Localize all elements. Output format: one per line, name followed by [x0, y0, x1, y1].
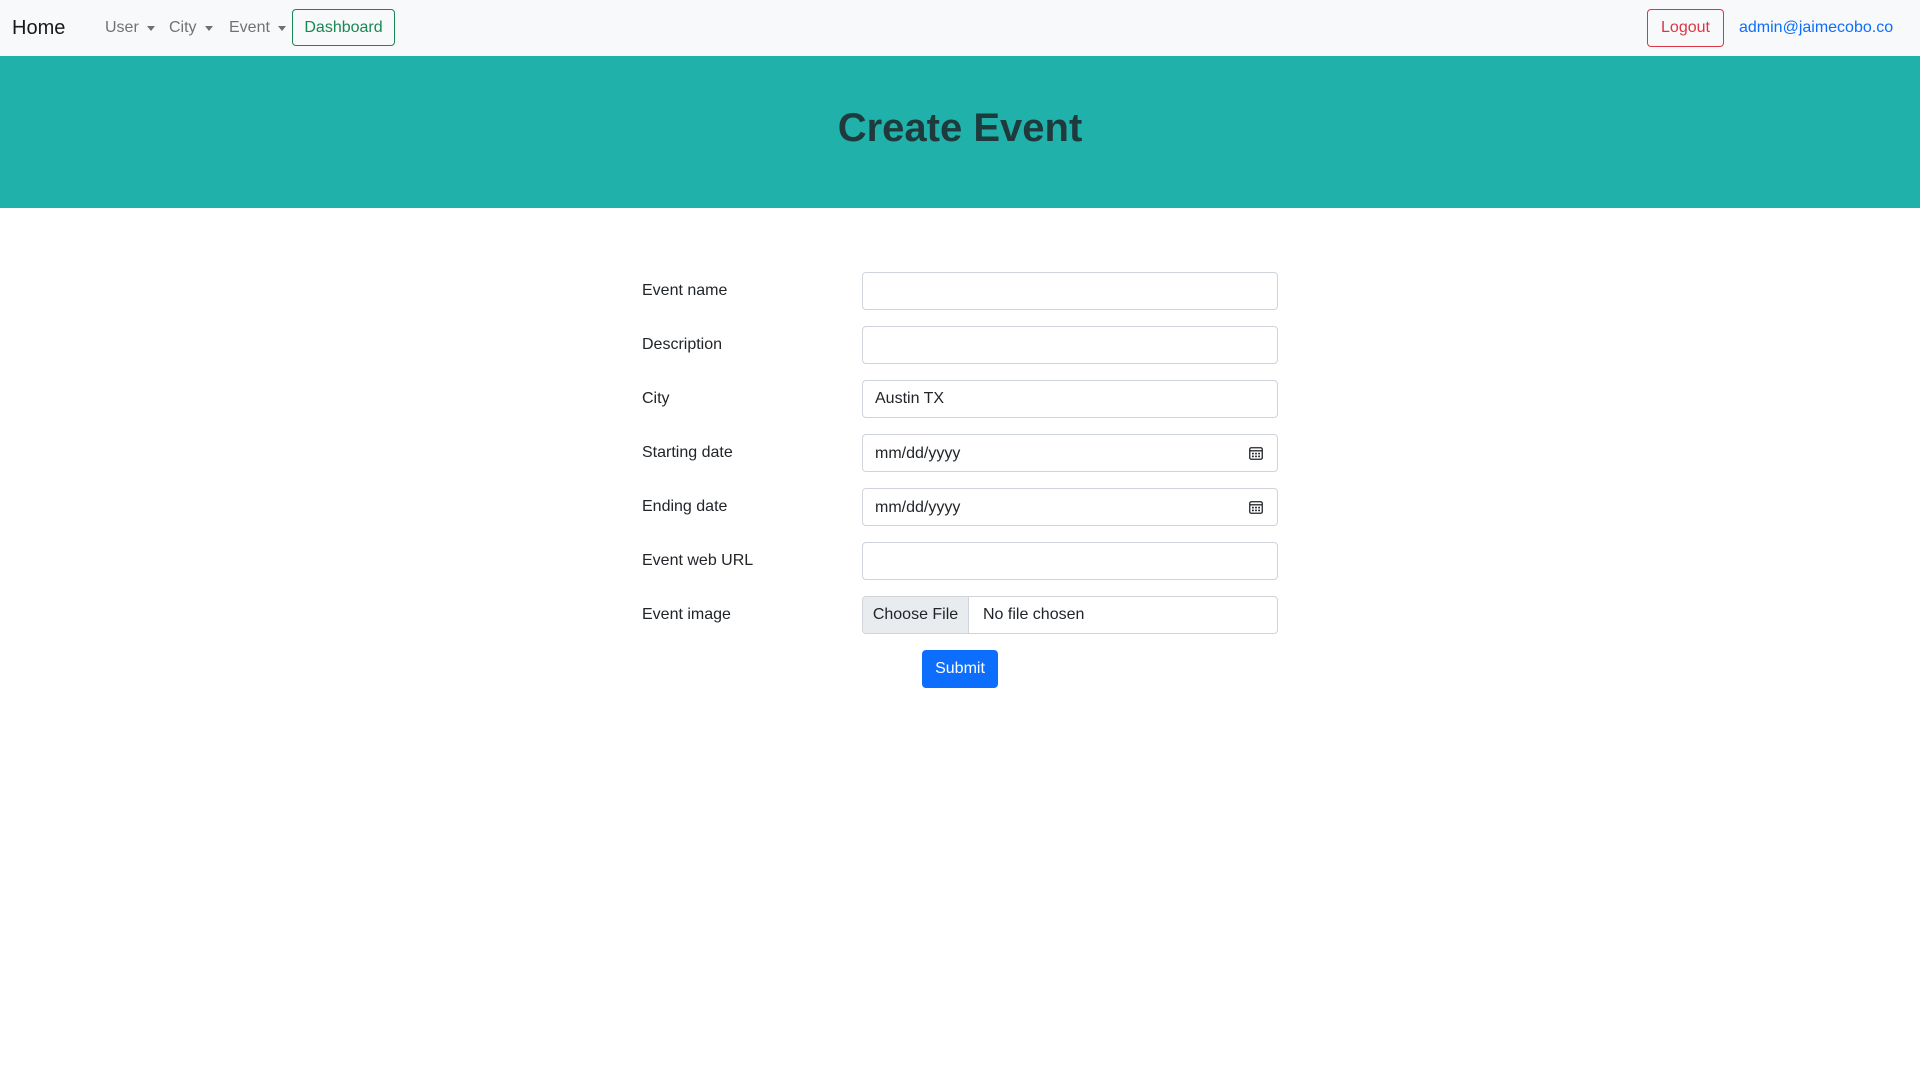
date-placeholder: mm/dd/yyyy [875, 499, 961, 516]
calendar-icon[interactable] [1249, 446, 1263, 460]
description-label: Description [642, 336, 723, 353]
user-email-link[interactable]: admin@jaimecobo.co [1739, 18, 1893, 38]
caret-down-icon [146, 25, 155, 31]
ending-date-input[interactable]: mm/dd/yyyy [862, 488, 1278, 526]
logout-button[interactable]: Logout [1647, 9, 1724, 47]
event-name-label: Event name [642, 282, 728, 299]
event-name-input[interactable] [862, 272, 1278, 310]
nav-dropdown-label: Event [229, 19, 270, 36]
caret-down-icon [277, 25, 286, 31]
dashboard-button[interactable]: Dashboard [292, 9, 395, 46]
nav-dropdown-label: User [105, 19, 139, 36]
city-input[interactable] [862, 380, 1278, 418]
choose-file-button[interactable]: Choose File [863, 597, 969, 633]
starting-date-input[interactable]: mm/dd/yyyy [862, 434, 1278, 472]
nav-dropdown-user[interactable]: User [105, 18, 155, 38]
event-image-file-input[interactable]: Choose File No file chosen [862, 596, 1278, 634]
event-url-input[interactable] [862, 542, 1278, 580]
nav-dropdown-label: City [169, 19, 197, 36]
nav-dropdown-city[interactable]: City [169, 18, 213, 38]
calendar-icon[interactable] [1249, 500, 1263, 514]
brand-home-link[interactable]: Home [12, 16, 65, 40]
page-header: Create Event [0, 56, 1920, 208]
ending-date-label: Ending date [642, 498, 728, 515]
city-label: City [642, 390, 670, 407]
event-url-label: Event web URL [642, 552, 754, 569]
caret-down-icon [204, 25, 213, 31]
date-placeholder: mm/dd/yyyy [875, 445, 961, 462]
nav-dropdown-event[interactable]: Event [229, 18, 286, 38]
starting-date-label: Starting date [642, 444, 733, 461]
file-status-text: No file chosen [983, 606, 1085, 623]
submit-button[interactable]: Submit [922, 650, 998, 688]
navbar: Home User City Event Dashboard Logout ad… [0, 0, 1920, 56]
event-image-label: Event image [642, 606, 731, 623]
page-title: Create Event [837, 106, 1083, 150]
description-input[interactable] [862, 326, 1278, 364]
